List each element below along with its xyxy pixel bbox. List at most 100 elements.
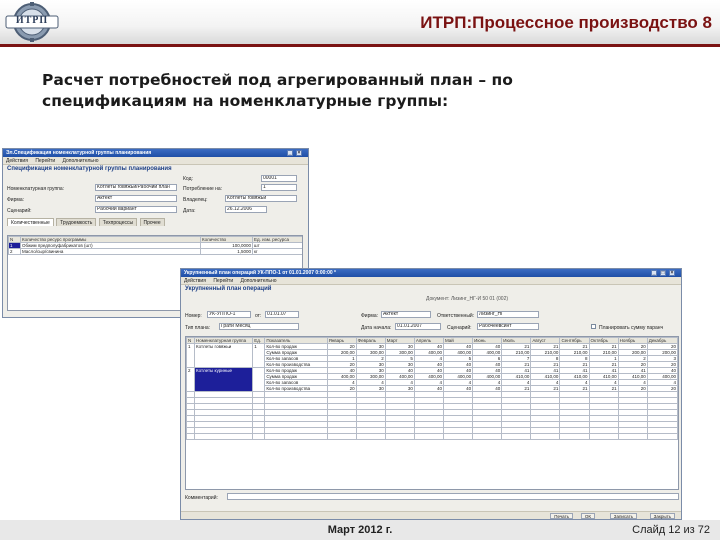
plan-from-field[interactable]: 01.01.07 bbox=[265, 311, 299, 318]
footer-date: Март 2012 г. bbox=[327, 524, 393, 536]
spec-toolbar: Действия Перейти Дополнительно bbox=[3, 157, 308, 165]
empty-cell bbox=[559, 433, 590, 440]
spec-group-label: Номенклатурная группа: bbox=[7, 186, 65, 192]
empty-cell bbox=[442, 433, 474, 440]
plan-number-field[interactable]: УК-УППО-1 bbox=[207, 311, 251, 318]
spec-tabs: Количественные Трудоемкость Техпроцессы … bbox=[7, 218, 166, 226]
spec-more-menu[interactable]: Дополнительно bbox=[63, 157, 99, 165]
unit-cell bbox=[252, 367, 266, 392]
plan-responsible-label: Ответственный: bbox=[437, 313, 475, 319]
spec-period-field[interactable]: 1 bbox=[261, 184, 297, 191]
empty-cell bbox=[252, 433, 266, 440]
plan-scenario-label: Сценарий: bbox=[447, 325, 472, 331]
plan-sum-checkbox[interactable] bbox=[591, 324, 596, 329]
row-number: 1 bbox=[186, 343, 196, 368]
plan-firm-field[interactable]: Актект bbox=[381, 311, 431, 318]
plan-sum-checkbox-label: Планировать сумму паранч bbox=[599, 325, 664, 331]
empty-row bbox=[186, 433, 678, 440]
nomenclature-group[interactable]: Котлеты говяжьи bbox=[194, 343, 254, 368]
heading-line-1: Расчет потребностей под агрегированный п… bbox=[42, 71, 513, 89]
row-number: 2 bbox=[186, 367, 196, 392]
empty-cell bbox=[194, 433, 254, 440]
heading-line-2: спецификациям на номенклатурные группы: bbox=[42, 92, 449, 110]
table-row[interactable]: 2 Масло/сыр/свинина 1,5000 кг bbox=[8, 248, 302, 255]
empty-cell bbox=[617, 433, 648, 440]
plan-type-label: Тип плана: bbox=[185, 325, 211, 331]
slide-title: ИТРП:Процессное производство 8 bbox=[420, 13, 712, 32]
plan-number-label: Номер: bbox=[185, 313, 202, 319]
plan-close-button[interactable]: × bbox=[669, 270, 675, 276]
spec-titlebar[interactable]: Эл.Спецификация номенклатурной группы пл… bbox=[3, 149, 308, 157]
logo-text: ИТРП bbox=[15, 15, 49, 26]
spec-section-heading: Спецификация номенклатурной группы плани… bbox=[7, 166, 172, 172]
plan-responsible-field[interactable]: Лизинг_НГ bbox=[477, 311, 539, 318]
spec-firm-field[interactable]: Актект bbox=[95, 195, 177, 202]
plan-scenario-field[interactable]: Рабочеевсинт bbox=[477, 323, 539, 330]
plan-more-menu[interactable]: Дополнительно bbox=[241, 277, 277, 285]
plan-firm-label: Фирма: bbox=[361, 313, 378, 319]
tab-techprocess[interactable]: Техпроцессы bbox=[98, 218, 138, 226]
plan-section-heading: Укрупненный план операций bbox=[185, 286, 272, 292]
plan-actions-menu[interactable]: Действия bbox=[184, 277, 206, 285]
plan-start-date-label: Дата начала: bbox=[361, 325, 392, 331]
empty-cell bbox=[472, 433, 503, 440]
spec-owner-label: Владелец: bbox=[183, 197, 208, 203]
spec-close-button[interactable]: × bbox=[296, 150, 302, 156]
spec-code-label: Код: bbox=[183, 176, 193, 182]
plan-type-field[interactable]: Грати Месяц bbox=[219, 323, 299, 330]
plan-toolbar: Действия Перейти Дополнительно bbox=[181, 277, 681, 285]
tab-labor[interactable]: Трудоемкость bbox=[56, 218, 97, 226]
print-button[interactable]: Печать bbox=[550, 513, 573, 519]
plan-start-date-field[interactable]: 01.01.2007 bbox=[395, 323, 441, 330]
empty-cell bbox=[530, 433, 561, 440]
plan-comment-field[interactable] bbox=[227, 493, 679, 500]
spec-date-label: Дата: bbox=[183, 208, 196, 214]
empty-cell bbox=[413, 433, 445, 440]
nomenclature-group[interactable]: Котлеты куриные bbox=[194, 367, 254, 392]
plan-comment-label: Комментарий: bbox=[185, 495, 218, 501]
spec-goto-menu[interactable]: Перейти bbox=[35, 157, 55, 165]
spec-code-field[interactable]: 00001 bbox=[261, 175, 297, 182]
unit-cell: 1 bbox=[252, 343, 266, 368]
empty-cell bbox=[588, 433, 619, 440]
plan-minimize-button[interactable]: _ bbox=[651, 270, 657, 276]
resource-quantity: 1,5000 bbox=[200, 248, 253, 255]
spec-actions-menu[interactable]: Действия bbox=[6, 157, 28, 165]
empty-cell bbox=[186, 433, 196, 440]
row-number: 2 bbox=[8, 248, 21, 255]
plan-titlebar[interactable]: Укрупненный план операций УК-ППО-1 от 01… bbox=[181, 269, 681, 277]
empty-cell bbox=[326, 433, 357, 440]
close-button[interactable]: Закрыть bbox=[649, 513, 675, 519]
empty-cell bbox=[264, 433, 328, 440]
empty-cell bbox=[646, 433, 678, 440]
plan-maximize-button[interactable]: □ bbox=[660, 270, 666, 276]
tab-other[interactable]: Прочее bbox=[139, 218, 165, 226]
slide-number: Слайд 12 из 72 bbox=[632, 524, 710, 536]
spec-scenario-field[interactable]: Рабочий вариант bbox=[95, 206, 177, 213]
plan-operations-table: N Номенклатурная группа Ед. Показатель Январ… bbox=[185, 336, 679, 490]
spec-group-field[interactable]: Котлеты говяжьи/Рабочий план bbox=[95, 184, 177, 191]
spec-firm-label: Фирма: bbox=[7, 197, 24, 203]
tab-quantitative[interactable]: Количественные bbox=[7, 218, 54, 226]
column-header[interactable]: Номенклатурная группа bbox=[194, 337, 254, 344]
spec-window-title: Эл.Спецификация номенклатурной группы пл… bbox=[6, 150, 152, 156]
plan-goto-menu[interactable]: Перейти bbox=[213, 277, 233, 285]
save-button[interactable]: Записать bbox=[609, 513, 637, 519]
resource-name: Масло/сыр/свинина bbox=[20, 248, 201, 255]
spec-scenario-label: Сценарий: bbox=[7, 208, 32, 214]
spec-period-label: Потребление на: bbox=[183, 186, 223, 192]
spec-date-field[interactable]: 26.12.2006 bbox=[225, 206, 267, 213]
spec-owner-field[interactable]: Котлеты говяжьи bbox=[225, 195, 297, 202]
resource-unit: кг bbox=[252, 248, 302, 255]
plan-info-text: Документ: Лизинг_НГ-И 50 01 (002) bbox=[426, 296, 509, 302]
empty-cell bbox=[355, 433, 386, 440]
empty-cell bbox=[501, 433, 532, 440]
header-divider bbox=[0, 44, 720, 47]
plan-statusbar: Печать ОК Записать Закрыть bbox=[181, 511, 681, 519]
plan-window: Укрупненный план операций УК-ППО-1 от 01… bbox=[180, 268, 682, 520]
ok-button[interactable]: ОК bbox=[580, 513, 595, 519]
spec-minimize-button[interactable]: _ bbox=[287, 150, 293, 156]
plan-from-label: от: bbox=[255, 313, 262, 319]
empty-cell bbox=[384, 433, 415, 440]
slide-heading: Расчет потребностей под агрегированный п… bbox=[42, 70, 602, 112]
